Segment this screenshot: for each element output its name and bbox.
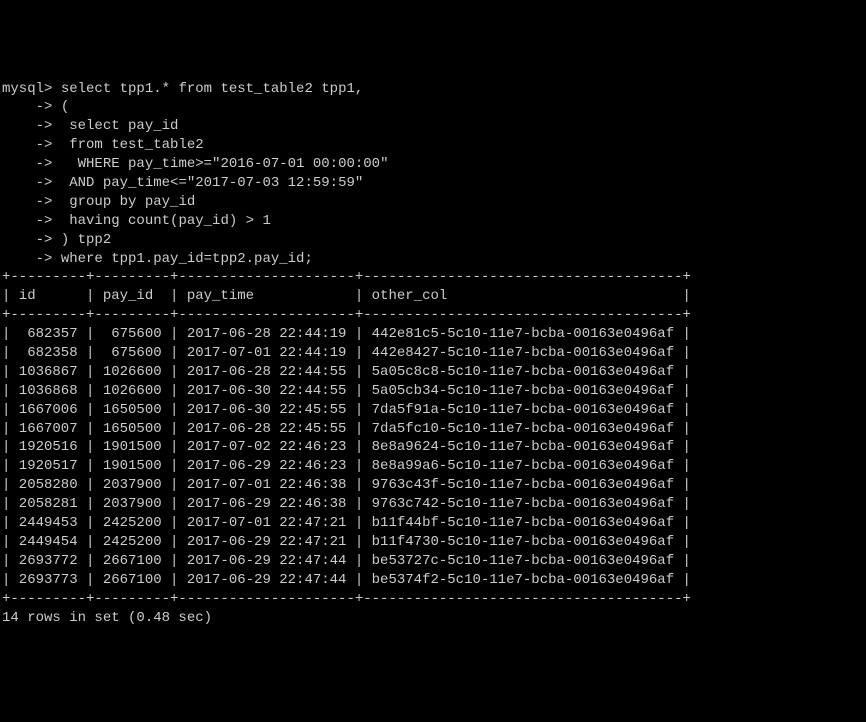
table-header: | id | pay_id | pay_time | other_col | xyxy=(2,288,691,304)
query-line-3: from test_table2 xyxy=(52,137,203,153)
query-line-5: AND pay_time<="2017-07-03 12:59:59" xyxy=(52,175,363,191)
query-line-0: select tpp1.* from test_table2 tpp1, xyxy=(52,81,363,97)
query-line-9: where tpp1.pay_id=tpp2.pay_id; xyxy=(52,251,312,267)
query-line-4: WHERE pay_time>="2016-07-01 00:00:00" xyxy=(52,156,388,172)
table-rows: | 682357 | 675600 | 2017-06-28 22:44:19 … xyxy=(2,326,691,588)
continuation-prompt: -> xyxy=(2,251,52,267)
continuation-prompt: -> xyxy=(2,232,52,248)
terminal-output: mysql> select tpp1.* from test_table2 tp… xyxy=(2,80,864,628)
result-summary: 14 rows in set (0.48 sec) xyxy=(2,610,212,626)
table-border-bottom: +---------+---------+-------------------… xyxy=(2,591,691,607)
continuation-prompt: -> xyxy=(2,137,52,153)
query-line-1: ( xyxy=(52,99,69,115)
query-line-7: having count(pay_id) > 1 xyxy=(52,213,270,229)
mysql-prompt[interactable]: mysql> xyxy=(2,81,52,97)
query-line-6: group by pay_id xyxy=(52,194,195,210)
continuation-prompt: -> xyxy=(2,194,52,210)
continuation-prompt: -> xyxy=(2,99,52,115)
continuation-prompt: -> xyxy=(2,156,52,172)
table-border-mid: +---------+---------+-------------------… xyxy=(2,307,691,323)
continuation-prompt: -> xyxy=(2,118,52,134)
continuation-prompt: -> xyxy=(2,175,52,191)
continuation-prompt: -> xyxy=(2,213,52,229)
table-border-top: +---------+---------+-------------------… xyxy=(2,269,691,285)
query-line-2: select pay_id xyxy=(52,118,178,134)
query-line-8: ) tpp2 xyxy=(52,232,111,248)
